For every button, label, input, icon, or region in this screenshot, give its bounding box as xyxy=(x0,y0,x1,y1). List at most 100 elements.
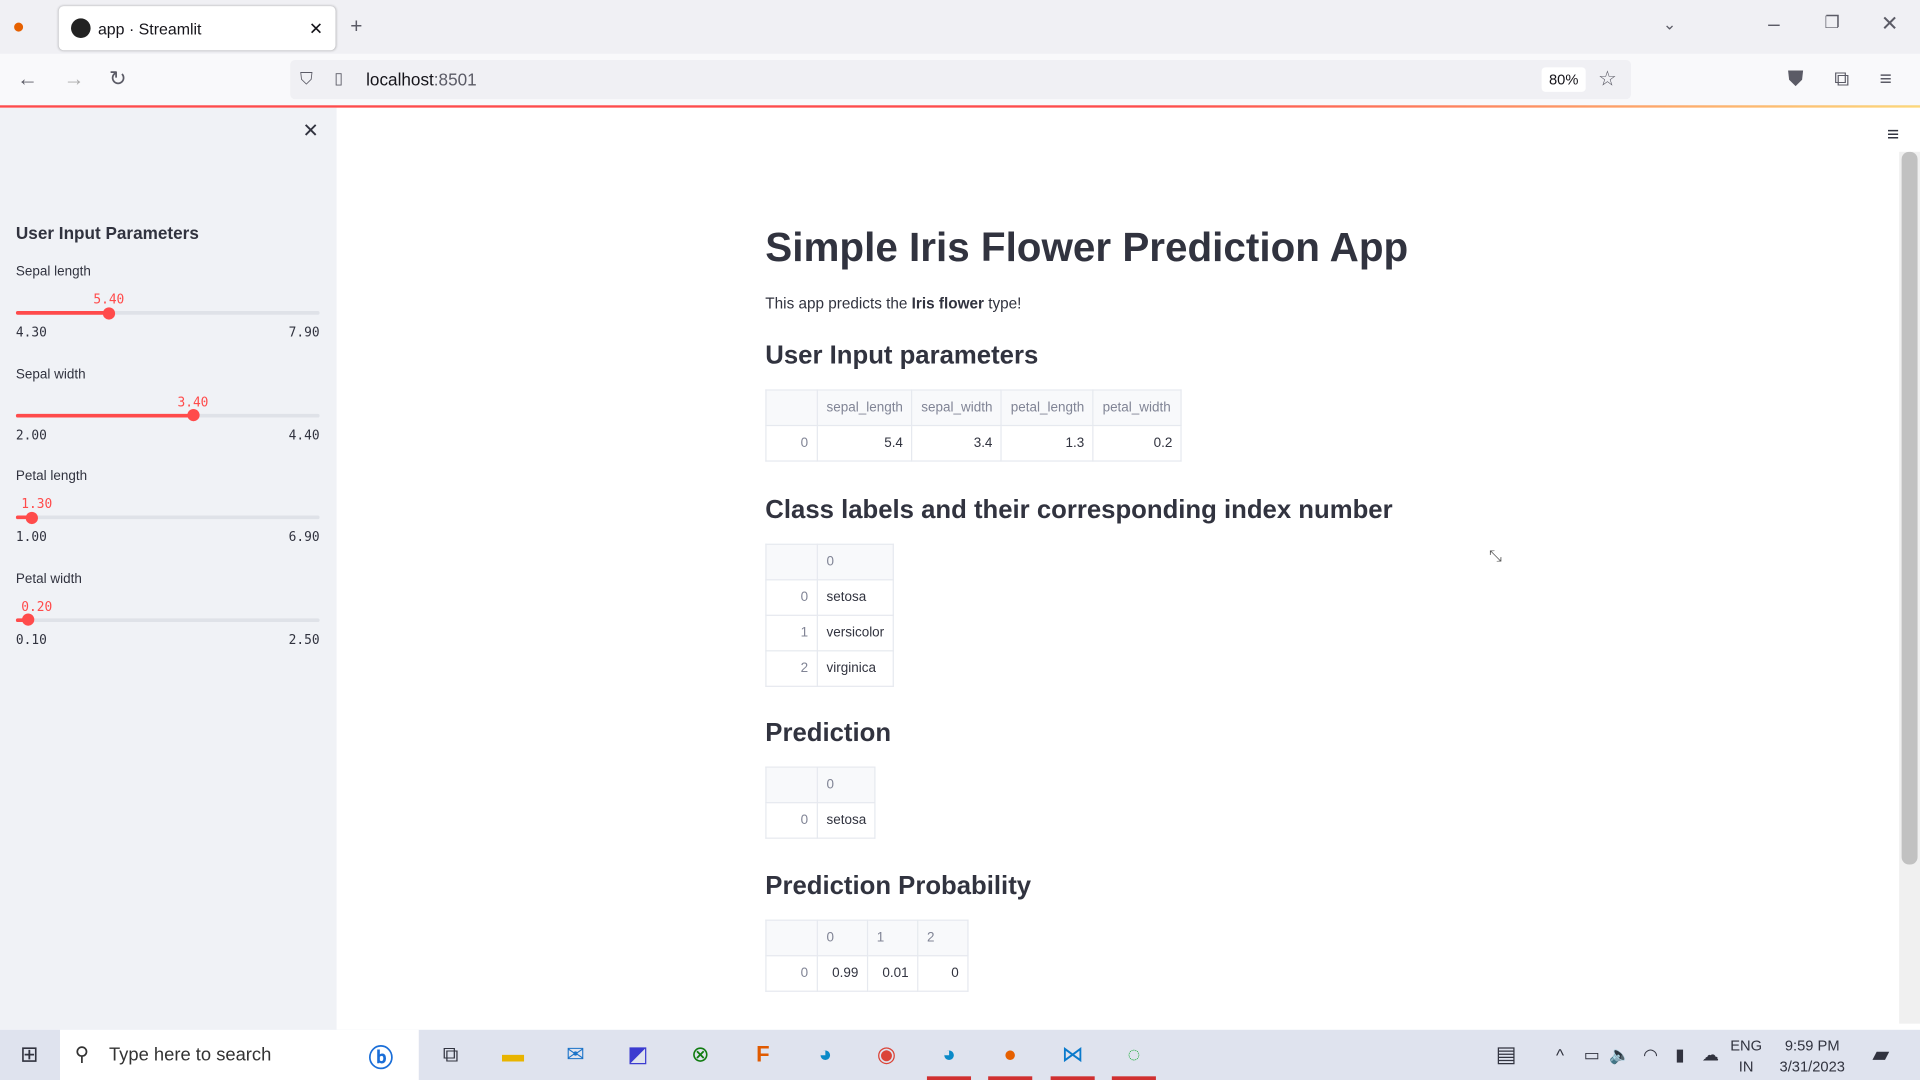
table-cell[interactable]: versicolor xyxy=(816,614,894,652)
column-header[interactable]: 0 xyxy=(816,919,869,957)
foxit-icon[interactable]: F xyxy=(738,1030,787,1080)
table-cell[interactable]: 0.99 xyxy=(816,955,869,992)
app-icon[interactable]: ◩ xyxy=(613,1030,662,1080)
back-icon[interactable]: ← xyxy=(17,67,38,91)
scrollbar[interactable] xyxy=(1899,151,1920,1024)
chrome-icon[interactable]: ◉ xyxy=(862,1030,911,1080)
index-header xyxy=(765,543,818,581)
list-tabs-icon[interactable]: ⌄ xyxy=(1663,15,1676,35)
column-header[interactable]: 1 xyxy=(866,919,919,957)
news-widget-icon[interactable]: ▤ xyxy=(1482,1030,1531,1080)
new-tab-icon[interactable]: + xyxy=(350,15,362,39)
heading-user-input: User Input parameters xyxy=(765,341,1039,370)
slider-thumb[interactable] xyxy=(25,511,38,524)
table-cell[interactable]: virginica xyxy=(816,650,894,687)
slider-max: 6.90 xyxy=(288,530,320,545)
class-table: 0 0 setosa 1 versicolor 2 virginica xyxy=(765,543,894,687)
column-header[interactable]: petal_width xyxy=(1092,389,1183,427)
close-sidebar-icon[interactable]: ✕ xyxy=(302,119,318,143)
column-header[interactable]: sepal_width xyxy=(911,389,1003,427)
slider-thumb[interactable] xyxy=(186,408,200,422)
table-cell[interactable]: setosa xyxy=(816,802,877,839)
bing-icon[interactable]: ⓑ xyxy=(369,1038,393,1074)
app-menu-icon[interactable]: ≡ xyxy=(1880,67,1892,91)
file-explorer-icon[interactable]: ▬ xyxy=(489,1030,538,1080)
table-cell[interactable]: 0 xyxy=(917,955,969,992)
table-row: 1 versicolor xyxy=(765,614,894,652)
close-tab-icon[interactable]: ✕ xyxy=(309,18,323,39)
slider-min: 0.10 xyxy=(15,632,47,648)
slider-max: 7.90 xyxy=(288,325,320,341)
clock[interactable]: 9:59 PM 3/31/2023 xyxy=(1776,1036,1849,1078)
column-header[interactable]: sepal_length xyxy=(816,389,913,427)
firefox-menu-icon[interactable]: ● xyxy=(12,15,25,39)
column-header[interactable]: 0 xyxy=(816,543,894,581)
prediction-table: 0 0 setosa xyxy=(765,766,877,839)
slider-fill xyxy=(15,413,193,417)
slider-thumb[interactable] xyxy=(22,613,35,626)
column-header[interactable]: petal_length xyxy=(1001,389,1095,427)
zoom-level[interactable]: 80% xyxy=(1541,67,1586,92)
edge-beta-icon[interactable]: ◕ xyxy=(801,1030,850,1080)
edge-icon[interactable]: ◕ xyxy=(924,1030,973,1080)
taskbar: ⊞ ⚲ Type here to search ⓑ ⧉ ▬ ✉ ◩ ⊗ F ◕ … xyxy=(0,1029,1920,1080)
tab-title: app · Streamlit xyxy=(97,18,202,38)
firefox-icon[interactable]: ● xyxy=(986,1030,1035,1080)
heading-probability: Prediction Probability xyxy=(765,871,1032,901)
search-icon: ⚲ xyxy=(74,1044,90,1066)
table-row: 0 setosa xyxy=(765,579,894,616)
slider-value: 1.30 xyxy=(21,497,53,512)
taskbar-search[interactable]: ⚲ Type here to search ⓑ xyxy=(60,1029,419,1080)
intro-text: This app predicts the Iris flower type! xyxy=(765,295,1022,313)
column-header[interactable]: 0 xyxy=(816,766,877,804)
pocket-icon[interactable]: ⛊ xyxy=(1788,67,1804,91)
main-content: ≡ Simple Iris Flower Prediction App This… xyxy=(336,107,1920,1030)
notifications-icon[interactable]: ▰ xyxy=(1856,1030,1905,1080)
windows-start-icon[interactable]: ⊞ xyxy=(5,1030,54,1080)
table-cell[interactable]: 0.01 xyxy=(866,955,919,992)
scrollbar-thumb[interactable] xyxy=(1901,151,1918,865)
row-index: 2 xyxy=(765,650,818,687)
table-row: 0 setosa xyxy=(765,802,877,839)
url-port: :8501 xyxy=(433,69,477,90)
task-view-icon[interactable]: ⧉ xyxy=(426,1030,475,1080)
loading-app-icon[interactable]: ◌ xyxy=(1109,1030,1158,1080)
slider-min: 1.00 xyxy=(15,530,47,545)
forward-icon[interactable]: → xyxy=(64,67,85,91)
table-cell[interactable]: 1.3 xyxy=(1001,424,1095,462)
fullscreen-expand-icon[interactable]: ⤡ xyxy=(1489,546,1502,566)
slider-track[interactable]: 1.30 xyxy=(15,497,320,524)
slider-max: 2.50 xyxy=(288,632,320,648)
slider-sepal-length: Sepal length 5.40 4.30 7.90 xyxy=(15,264,320,341)
slider-track[interactable]: 3.40 xyxy=(15,395,320,422)
shield-icon[interactable]: ⛉ xyxy=(300,69,313,90)
vscode-icon[interactable]: ⋈ xyxy=(1048,1030,1097,1080)
minimize-icon[interactable]: – xyxy=(1768,12,1780,36)
close-window-icon[interactable]: ✕ xyxy=(1881,12,1898,36)
restore-icon[interactable]: ❐ xyxy=(1824,12,1839,33)
onedrive-icon[interactable]: ☁ xyxy=(1686,1030,1735,1080)
slider-label: Sepal width xyxy=(15,366,86,382)
language-indicator[interactable]: ENG IN xyxy=(1730,1036,1762,1078)
url-bar[interactable]: ⛉ ▯ localhost:8501 80% ☆ xyxy=(290,60,1632,100)
slider-track[interactable]: 5.40 xyxy=(15,293,320,319)
xbox-icon[interactable]: ⊗ xyxy=(676,1030,725,1080)
table-cell[interactable]: 3.4 xyxy=(911,424,1003,462)
slider-sepal-width: Sepal width 3.40 2.00 4.40 xyxy=(15,366,320,443)
slider-thumb[interactable] xyxy=(102,306,115,319)
row-index: 0 xyxy=(765,424,818,462)
hamburger-menu-icon[interactable]: ≡ xyxy=(1887,122,1899,146)
browser-tab[interactable]: app · Streamlit ✕ xyxy=(58,6,336,51)
sidebar: ✕ User Input Parameters Sepal length 5.4… xyxy=(0,107,337,1030)
table-header-row: 012 xyxy=(765,919,969,957)
reload-icon[interactable]: ↻ xyxy=(109,67,126,91)
column-header[interactable]: 2 xyxy=(917,919,969,957)
slider-track[interactable]: 0.20 xyxy=(15,599,320,626)
table-cell[interactable]: 5.4 xyxy=(816,424,913,462)
bookmark-star-icon[interactable]: ☆ xyxy=(1598,67,1617,91)
table-row: 0 5.4 3.4 1.3 0.2 xyxy=(765,424,1183,462)
table-cell[interactable]: 0.2 xyxy=(1092,424,1183,462)
extensions-icon[interactable]: ⧉ xyxy=(1834,67,1849,91)
mail-icon[interactable]: ✉ xyxy=(551,1030,600,1080)
table-cell[interactable]: setosa xyxy=(816,579,894,616)
